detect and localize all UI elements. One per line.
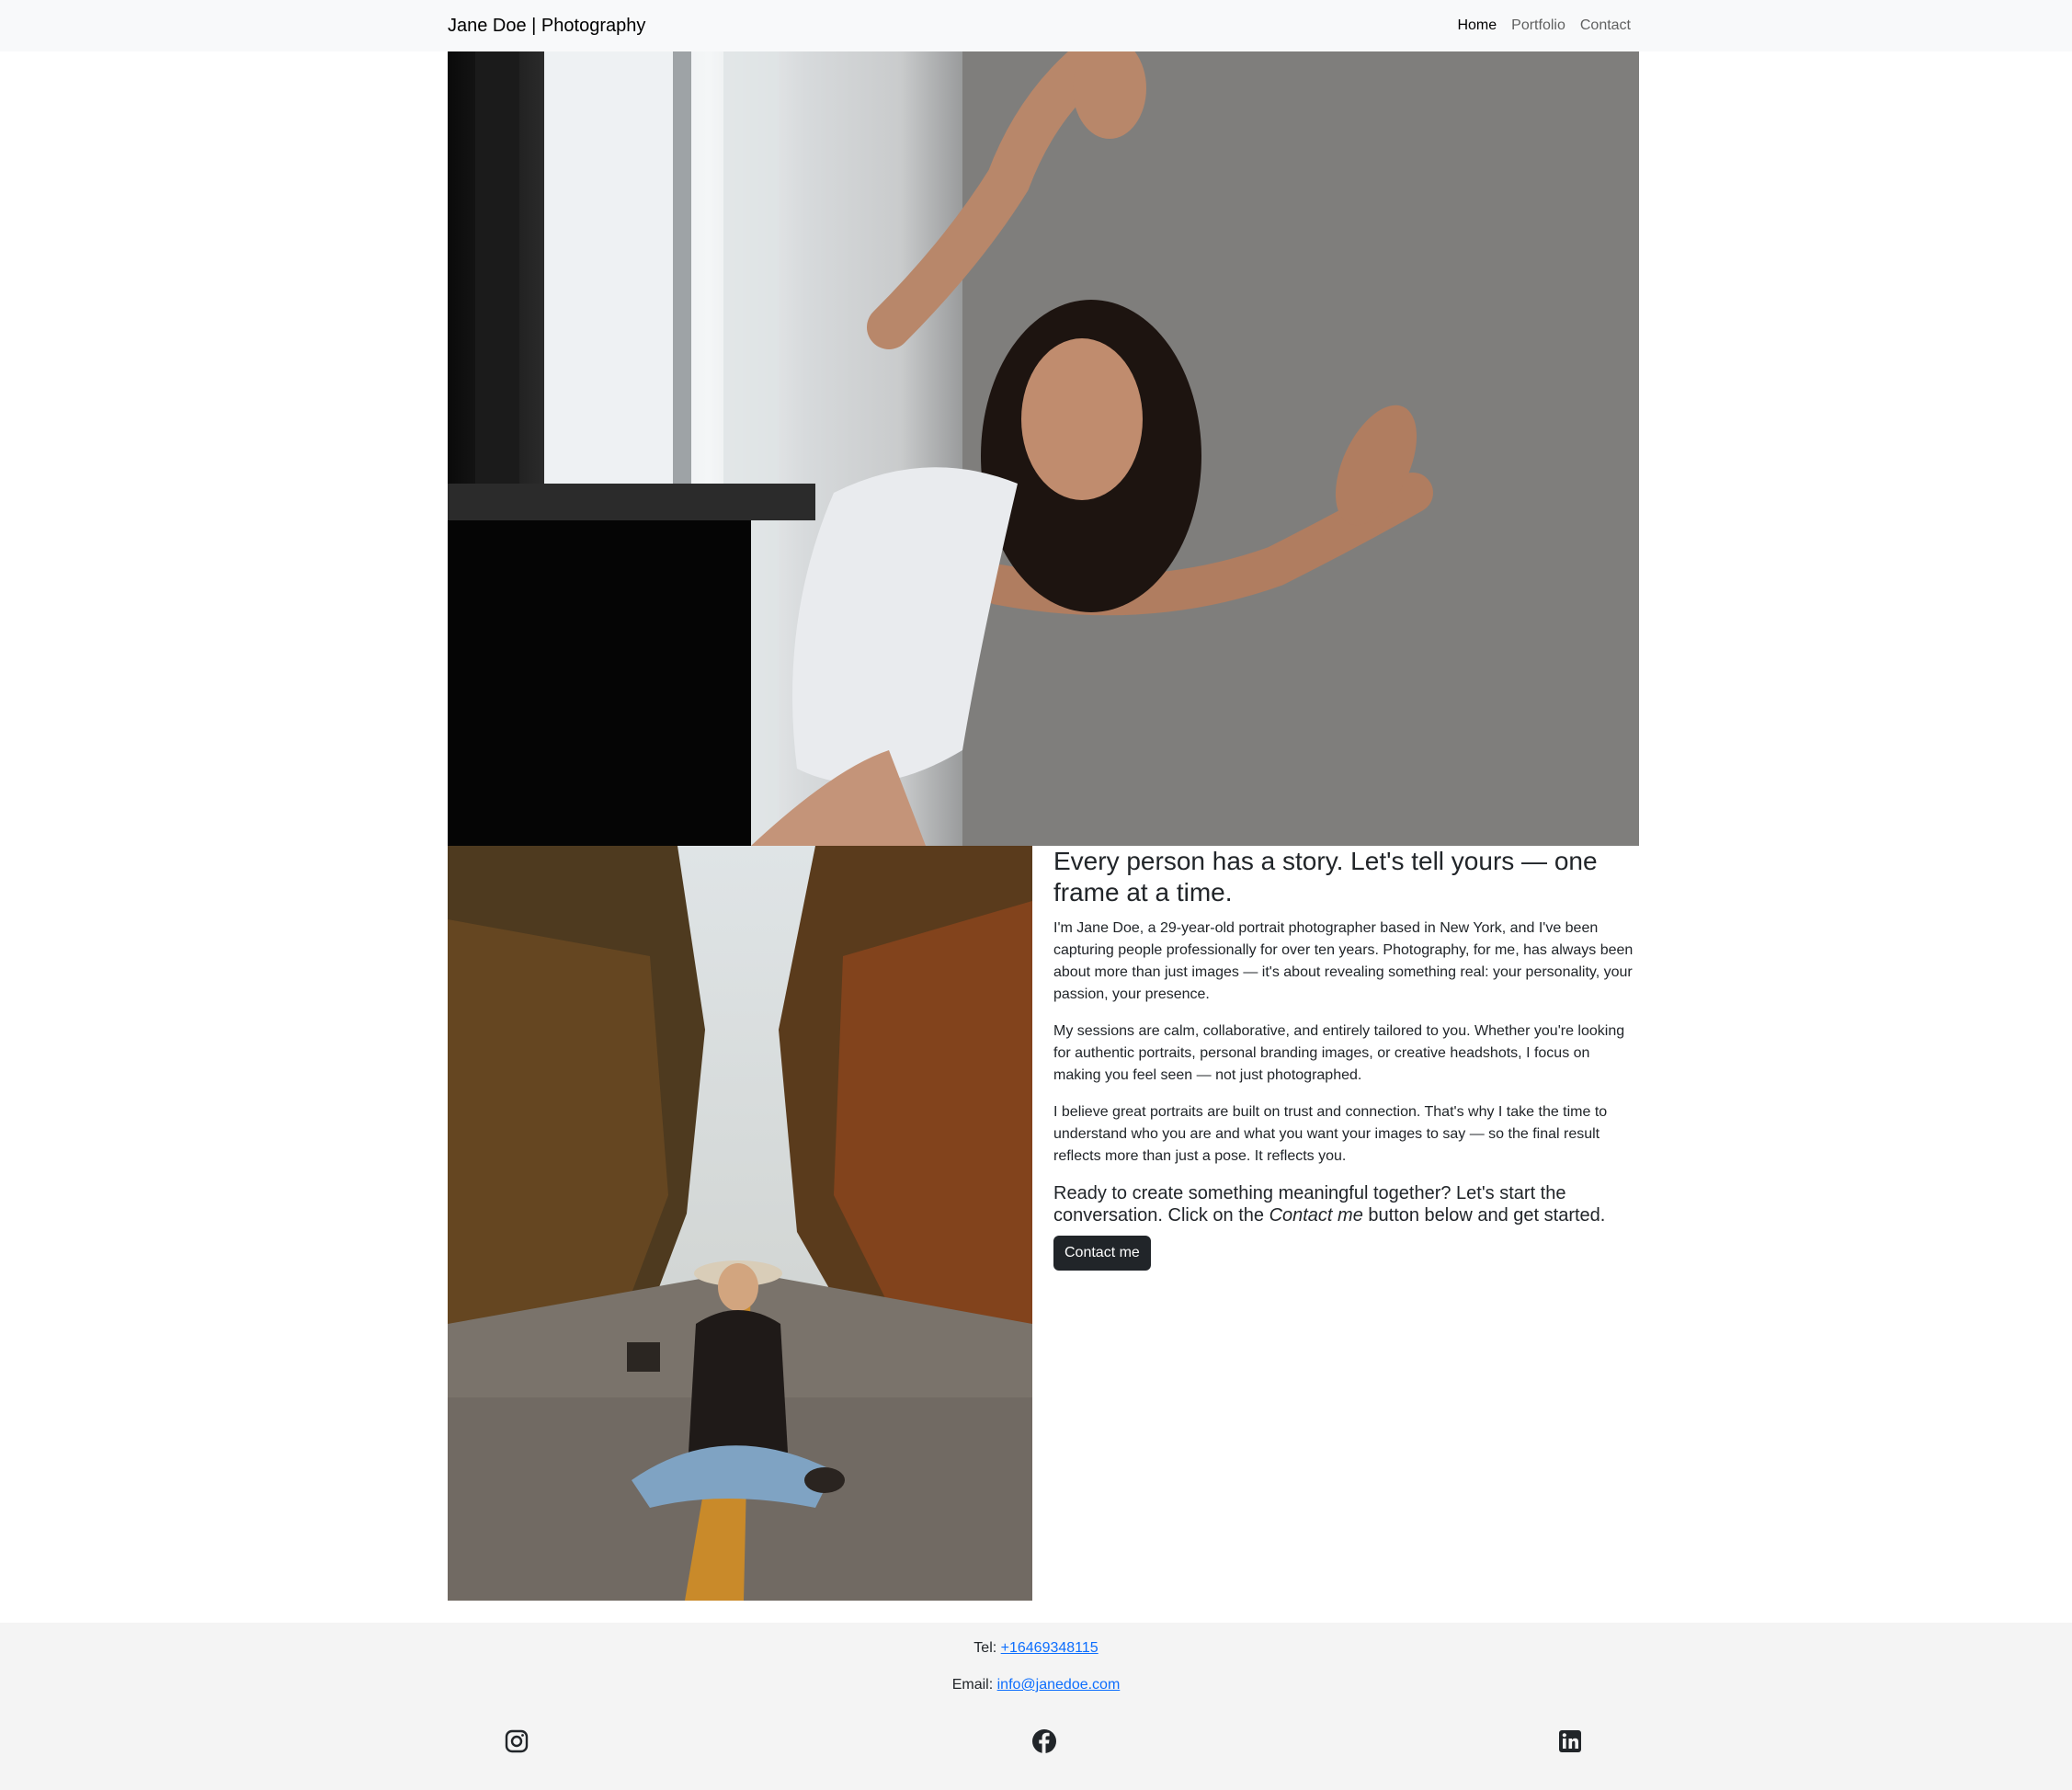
footer-email: Email: info@janedoe.com	[0, 1674, 2072, 1696]
cta-text-emphasis: Contact me	[1269, 1205, 1363, 1226]
navbar: Jane Doe | Photography Home Portfolio Co…	[0, 0, 2072, 51]
email-label: Email:	[951, 1677, 997, 1693]
nav-contact[interactable]: Contact	[1580, 15, 1631, 37]
linkedin-icon[interactable]	[1557, 1728, 1583, 1754]
nav-home[interactable]: Home	[1457, 15, 1497, 37]
facebook-icon[interactable]	[1031, 1728, 1057, 1754]
contact-me-button[interactable]: Contact me	[1053, 1236, 1151, 1271]
instagram-icon[interactable]	[504, 1728, 529, 1754]
about-paragraph-3: I believe great portraits are built on t…	[1053, 1104, 1608, 1164]
about-section: Every person has a story. Let's tell you…	[1053, 846, 1639, 1271]
about-paragraph-2: My sessions are calm, collaborative, and…	[1053, 1023, 1625, 1083]
nav-portfolio[interactable]: Portfolio	[1511, 15, 1565, 37]
road-photo	[448, 846, 1032, 1601]
cta-text-after: button below and get started.	[1362, 1205, 1606, 1226]
nav-links: Home Portfolio Contact	[1457, 15, 1631, 37]
email-link[interactable]: info@janedoe.com	[997, 1677, 1121, 1693]
tel-label: Tel:	[973, 1640, 1001, 1656]
about-headline: Every person has a story. Let's tell you…	[1053, 847, 1598, 906]
footer-tel: Tel: +16469348115	[0, 1637, 2072, 1659]
tel-link[interactable]: +16469348115	[1001, 1640, 1099, 1656]
hero-photo	[448, 51, 1639, 846]
cta-text: Ready to create something meaningful tog…	[1053, 1182, 1639, 1226]
brand-link[interactable]: Jane Doe | Photography	[448, 13, 645, 39]
about-paragraph-1: I'm Jane Doe, a 29-year-old portrait pho…	[1053, 920, 1634, 1002]
